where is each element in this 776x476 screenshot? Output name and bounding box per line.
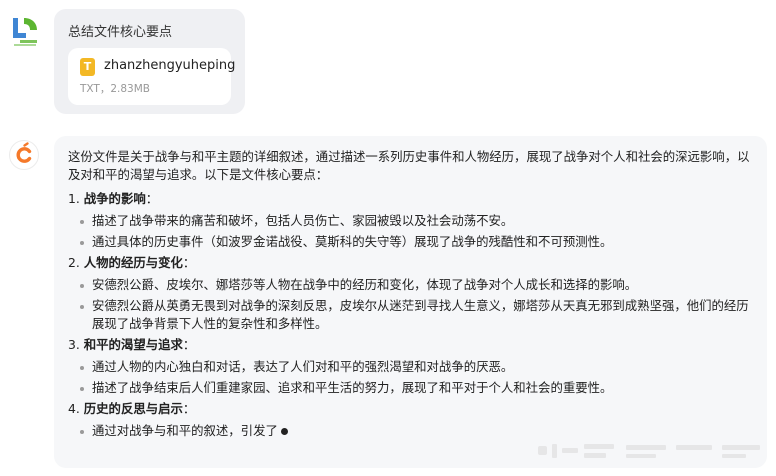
user-message-text: 总结文件核心要点 bbox=[68, 25, 173, 40]
section-title: 历史的反思与启示 bbox=[83, 401, 183, 416]
streaming-text: 通过对战争与和平的叙述，引发了 bbox=[92, 423, 278, 438]
summary-section-4: 4. 历史的反思与启示： 通过对战争与和平的叙述，引发了 bbox=[68, 400, 753, 440]
list-item: 描述了战争结束后人们重建家园、追求和平生活的努力，展现了和平对于个人和社会的重要… bbox=[80, 379, 753, 397]
section-heading: 2. 人物的经历与变化： bbox=[68, 254, 753, 272]
section-colon: ： bbox=[182, 337, 196, 352]
section-heading: 3. 和平的渴望与追求： bbox=[68, 336, 753, 354]
user-message-bubble: 总结文件核心要点 T zhanzhengyuheping TXT，2.83MB bbox=[54, 9, 245, 114]
list-item: 安德烈公爵从英勇无畏到对战争的深刻反思，皮埃尔从迷茫到寻找人生意义，娜塔莎从天真… bbox=[80, 297, 753, 333]
user-logo-icon bbox=[13, 18, 37, 46]
txt-file-icon: T bbox=[80, 58, 95, 76]
section-points: 通过人物的内心独白和对话，表达了人们对和平的强烈渴望和对战争的厌恶。 描述了战争… bbox=[68, 358, 753, 397]
user-avatar bbox=[10, 14, 40, 48]
summary-section-3: 3. 和平的渴望与追求： 通过人物的内心独白和对话，表达了人们对和平的强烈渴望和… bbox=[68, 336, 753, 397]
section-number: 3. bbox=[68, 337, 80, 352]
assistant-avatar bbox=[9, 140, 39, 170]
section-colon: ： bbox=[145, 191, 159, 206]
summary-section-2: 2. 人物的经历与变化： 安德烈公爵、皮埃尔、娜塔莎等人物在战争中的经历和变化，… bbox=[68, 254, 753, 333]
list-item: 通过具体的历史事件（如波罗金诺战役、莫斯科的失守等）展现了战争的残酷性和不可预测… bbox=[80, 233, 753, 251]
section-title: 人物的经历与变化 bbox=[83, 255, 183, 270]
summary-section-1: 1. 战争的影响： 描述了战争带来的痛苦和破坏，包括人员伤亡、家园被毁以及社会动… bbox=[68, 190, 753, 251]
watermark-icon bbox=[538, 444, 760, 458]
section-heading: 4. 历史的反思与启示： bbox=[68, 400, 753, 418]
list-item: 安德烈公爵、皮埃尔、娜塔莎等人物在战争中的经历和变化，体现了战争对个人成长和选择… bbox=[80, 276, 753, 294]
section-points: 安德烈公爵、皮埃尔、娜塔莎等人物在战争中的经历和变化，体现了战争对个人成长和选择… bbox=[68, 276, 753, 333]
section-colon: ： bbox=[182, 401, 196, 416]
list-item: 描述了战争带来的痛苦和破坏，包括人员伤亡、家园被毁以及社会动荡不安。 bbox=[80, 212, 753, 230]
section-points: 描述了战争带来的痛苦和破坏，包括人员伤亡、家园被毁以及社会动荡不安。 通过具体的… bbox=[68, 212, 753, 251]
summary-intro: 这份文件是关于战争与和平主题的详细叙述，通过描述一系列历史事件和人物经历，展现了… bbox=[68, 149, 750, 182]
assistant-message-bubble: 这份文件是关于战争与和平主题的详细叙述，通过描述一系列历史事件和人物经历，展现了… bbox=[54, 136, 767, 468]
assistant-logo-icon bbox=[16, 142, 32, 163]
file-name: zhanzhengyuheping bbox=[104, 58, 236, 73]
typing-cursor-icon bbox=[280, 428, 288, 435]
section-number: 2. bbox=[68, 255, 80, 270]
attached-file-card[interactable]: T zhanzhengyuheping TXT，2.83MB bbox=[68, 48, 235, 105]
section-title: 战争的影响 bbox=[83, 191, 146, 206]
list-item: 通过人物的内心独白和对话，表达了人们对和平的强烈渴望和对战争的厌恶。 bbox=[80, 358, 753, 376]
file-meta: TXT，2.83MB bbox=[80, 83, 150, 95]
section-colon: ： bbox=[182, 255, 196, 270]
section-number: 4. bbox=[68, 401, 80, 416]
section-heading: 1. 战争的影响： bbox=[68, 190, 753, 208]
section-title: 和平的渴望与追求 bbox=[83, 337, 183, 352]
section-number: 1. bbox=[68, 191, 80, 206]
